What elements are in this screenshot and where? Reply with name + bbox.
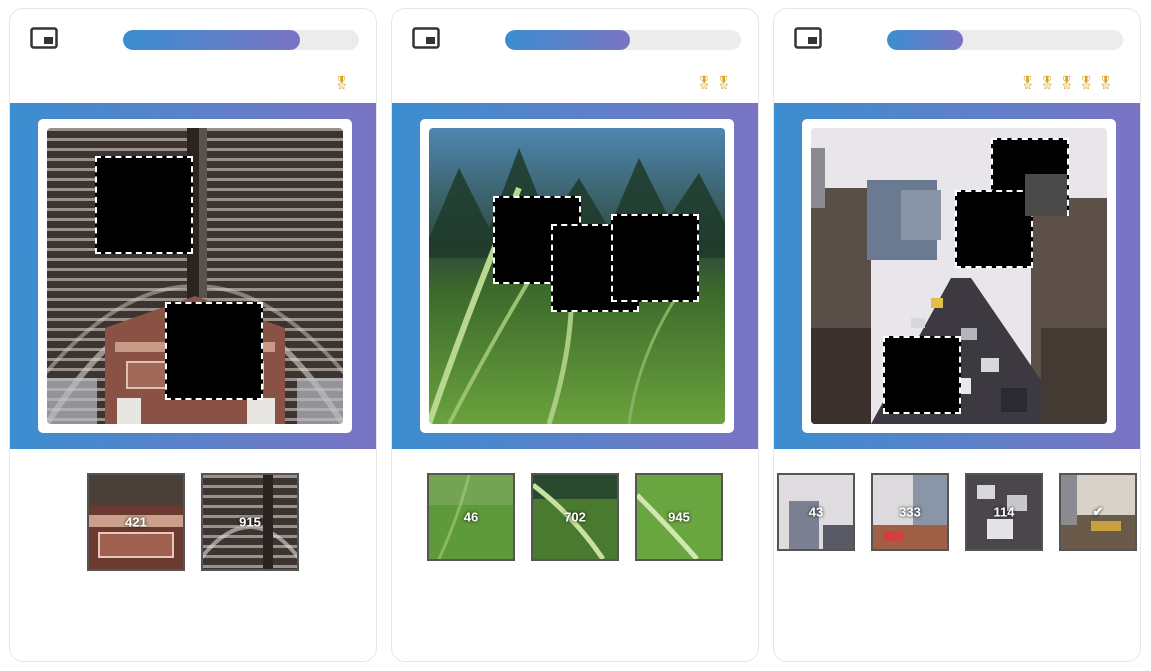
medal-icon: 🎖 [695, 75, 713, 90]
medal-icon: 🎖 [1038, 75, 1056, 90]
puzzle-hole [165, 302, 263, 400]
tile-options: 43 333 114 ✔ [774, 473, 1140, 551]
tile-label: 421 [125, 514, 147, 530]
progress-bar [887, 30, 1123, 50]
medal-row: 🎖 [333, 74, 350, 92]
puzzle-tile[interactable]: 114 [965, 473, 1043, 551]
puzzle-tile[interactable]: 333 [871, 473, 949, 551]
progress-fill [887, 30, 963, 50]
tile-options: 46 702 945 [392, 473, 758, 561]
tile-label: 46 [463, 509, 479, 525]
puzzle-card-3: 🎖 🎖 🎖 🎖 🎖 43 333 114 ✔ [773, 8, 1141, 662]
puzzle-tile[interactable]: 915 [201, 473, 299, 571]
tile-label: 333 [899, 504, 921, 520]
image-frame [38, 119, 352, 433]
puzzle-banner [10, 103, 376, 449]
puzzle-hole [95, 156, 193, 254]
puzzle-tile[interactable]: 46 [427, 473, 515, 561]
progress-fill [123, 30, 300, 50]
medal-icon: 🎖 [1019, 75, 1036, 90]
medal-row: 🎖 🎖 🎖 🎖 🎖 [1019, 74, 1114, 92]
puzzle-tile[interactable]: 421 [87, 473, 185, 571]
medal-icon: 🎖 [1058, 75, 1075, 90]
progress-bar [505, 30, 741, 50]
tile-label: 43 [808, 504, 824, 520]
image-frame [420, 119, 734, 433]
tile-label: 114 [993, 504, 1015, 520]
image-frame [802, 119, 1116, 433]
puzzle-banner [392, 103, 758, 449]
puzzle-banner [774, 103, 1140, 449]
medal-icon: 🎖 [715, 75, 732, 90]
medal-icon: 🎖 [1077, 75, 1095, 90]
check-icon: ✔ [1092, 504, 1104, 519]
picture-in-picture-icon[interactable] [794, 27, 822, 49]
medal-row: 🎖 🎖 [696, 74, 732, 92]
puzzle-image [429, 128, 725, 424]
puzzle-image [47, 128, 343, 424]
puzzle-tile[interactable]: 945 [635, 473, 723, 561]
puzzle-card-2: 🎖 🎖 46 702 945 [391, 8, 759, 662]
tile-label: 945 [668, 509, 690, 525]
puzzle-hole [883, 336, 961, 414]
puzzle-tile[interactable]: ✔ [1059, 473, 1137, 551]
tile-options: 421 915 [10, 473, 376, 571]
puzzle-tile[interactable]: 43 [777, 473, 855, 551]
progress-fill [505, 30, 631, 50]
tile-label: 915 [239, 514, 261, 530]
progress-bar [123, 30, 359, 50]
picture-in-picture-icon[interactable] [412, 27, 440, 49]
medal-icon: 🎖 [1097, 75, 1114, 90]
tile-label: 702 [564, 509, 586, 525]
puzzle-image [811, 128, 1107, 424]
picture-in-picture-icon[interactable] [30, 27, 58, 49]
medal-icon: 🎖 [333, 75, 350, 90]
placed-piece [1025, 174, 1067, 216]
puzzle-tile[interactable]: 702 [531, 473, 619, 561]
puzzle-card-1: 🎖 421 915 [9, 8, 377, 662]
puzzle-hole [611, 214, 699, 302]
puzzle-hole [955, 190, 1033, 268]
